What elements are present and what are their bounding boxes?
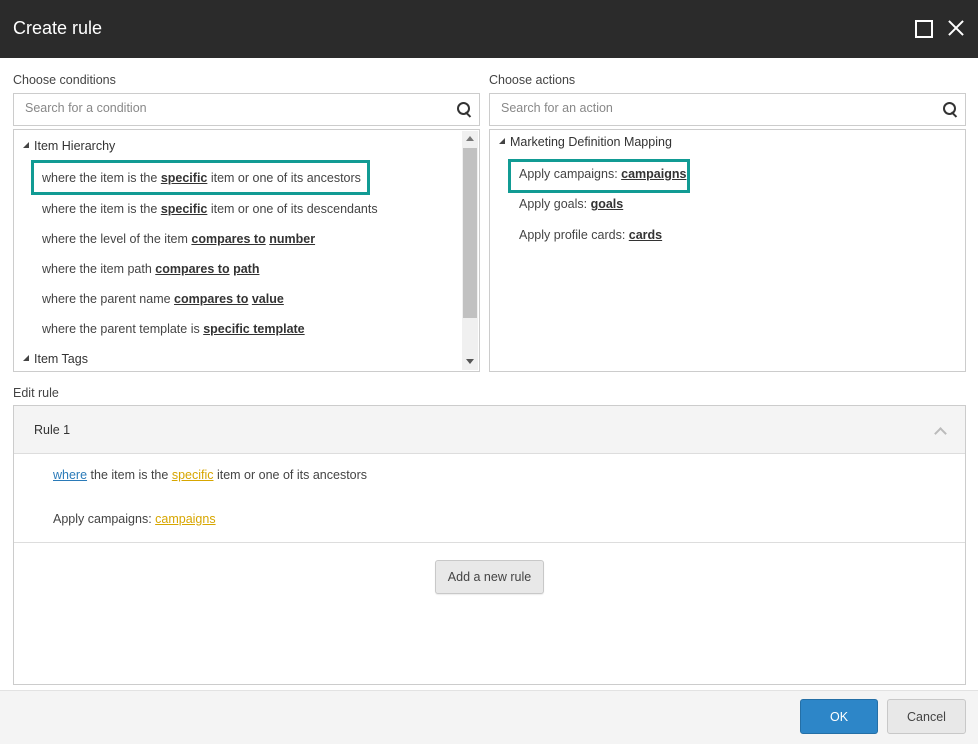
triangle-expanded-icon[interactable] <box>23 355 29 361</box>
rule-text: the item is the <box>87 468 172 482</box>
condition-text: item or one of its ancestors <box>207 171 361 185</box>
edit-rule-panel: Rule 1 where the item is the specific it… <box>13 405 966 685</box>
actions-label: Choose actions <box>489 73 576 87</box>
conditions-tree: Item Hierarchy where the item is the spe… <box>13 129 480 372</box>
group-label: Item Hierarchy <box>34 139 116 153</box>
condition-item-parent-template[interactable]: where the parent template is specific te… <box>42 322 305 336</box>
scroll-down-icon[interactable] <box>466 359 474 364</box>
search-icon[interactable] <box>457 102 473 118</box>
condition-keyword-link[interactable]: path <box>233 262 259 276</box>
group-label: Marketing Definition Mapping <box>510 135 672 149</box>
condition-item-specific-ancestors[interactable]: where the item is the specific item or o… <box>42 171 361 185</box>
condition-text: where the item is the <box>42 171 161 185</box>
rule-action-line: Apply campaigns: campaigns <box>53 512 216 526</box>
edit-rule-label: Edit rule <box>13 386 59 400</box>
rule-title: Rule 1 <box>34 423 71 437</box>
condition-text: where the item is the <box>42 202 161 216</box>
rule-text: Apply campaigns: <box>53 512 156 526</box>
condition-keyword-link[interactable]: number <box>269 232 315 246</box>
rule-text: item or one of its ancestors <box>213 468 368 482</box>
actions-tree: Marketing Definition Mapping Apply campa… <box>489 129 966 372</box>
condition-text: where the item path <box>42 262 156 276</box>
condition-group-item-tags[interactable]: Item Tags <box>23 352 88 366</box>
triangle-expanded-icon[interactable] <box>23 142 29 148</box>
ok-button[interactable]: OK <box>800 699 878 734</box>
title-bar: Create rule <box>0 0 978 58</box>
dialog-title: Create rule <box>13 18 103 38</box>
scroll-thumb[interactable] <box>463 148 477 318</box>
action-item-apply-goals[interactable]: Apply goals: goals <box>519 197 623 211</box>
add-new-rule-button[interactable]: Add a new rule <box>435 560 544 594</box>
condition-item-path-compares[interactable]: where the item path compares to path <box>42 262 259 276</box>
action-group-marketing-definition-mapping[interactable]: Marketing Definition Mapping <box>499 135 672 149</box>
close-icon[interactable] <box>946 18 966 38</box>
condition-item-level-compares[interactable]: where the level of the item compares to … <box>42 232 315 246</box>
action-item-apply-profile-cards[interactable]: Apply profile cards: cards <box>519 228 662 242</box>
condition-search-box <box>13 93 480 126</box>
conditions-scrollbar[interactable] <box>462 131 478 370</box>
dialog-footer: OK Cancel <box>0 690 978 744</box>
condition-keyword-link[interactable]: specific <box>161 202 208 216</box>
action-text: Apply profile cards: <box>519 228 629 242</box>
condition-item-parent-name[interactable]: where the parent name compares to value <box>42 292 284 306</box>
action-text: Apply goals: <box>519 197 591 211</box>
action-keyword-link[interactable]: goals <box>591 197 624 211</box>
condition-text: where the level of the item <box>42 232 192 246</box>
cancel-button[interactable]: Cancel <box>887 699 966 734</box>
action-keyword-link[interactable]: campaigns <box>621 167 686 181</box>
action-item-apply-campaigns[interactable]: Apply campaigns: campaigns <box>519 167 686 181</box>
condition-group-item-hierarchy[interactable]: Item Hierarchy <box>23 139 115 153</box>
chevron-up-icon[interactable] <box>934 425 946 437</box>
rule-operator-link[interactable]: where <box>53 468 87 482</box>
rule-parameter-link[interactable]: campaigns <box>155 512 215 526</box>
condition-keyword-link[interactable]: value <box>252 292 284 306</box>
condition-keyword-link[interactable]: specific template <box>203 322 304 336</box>
action-search-box <box>489 93 966 126</box>
rule-parameter-link[interactable]: specific <box>172 468 214 482</box>
search-icon[interactable] <box>943 102 959 118</box>
rule-divider <box>14 542 965 543</box>
group-label: Item Tags <box>34 352 88 366</box>
condition-item-specific-descendants[interactable]: where the item is the specific item or o… <box>42 202 378 216</box>
condition-keyword-link[interactable]: compares to <box>174 292 248 306</box>
condition-keyword-link[interactable]: specific <box>161 171 208 185</box>
action-text: Apply campaigns: <box>519 167 622 181</box>
condition-text: where the parent template is <box>42 322 204 336</box>
condition-text: item or one of its descendants <box>207 202 378 216</box>
condition-search-input[interactable] <box>25 101 425 115</box>
rule-condition-line: where the item is the specific item or o… <box>53 468 367 482</box>
condition-text: where the parent name <box>42 292 175 306</box>
condition-keyword-link[interactable]: compares to <box>155 262 229 276</box>
rule-header[interactable]: Rule 1 <box>14 406 965 454</box>
triangle-expanded-icon[interactable] <box>499 138 505 144</box>
conditions-label: Choose conditions <box>13 73 116 87</box>
action-search-input[interactable] <box>501 101 901 115</box>
condition-keyword-link[interactable]: compares to <box>191 232 265 246</box>
action-keyword-link[interactable]: cards <box>629 228 662 242</box>
maximize-icon[interactable] <box>913 18 933 38</box>
scroll-up-icon[interactable] <box>466 136 474 141</box>
